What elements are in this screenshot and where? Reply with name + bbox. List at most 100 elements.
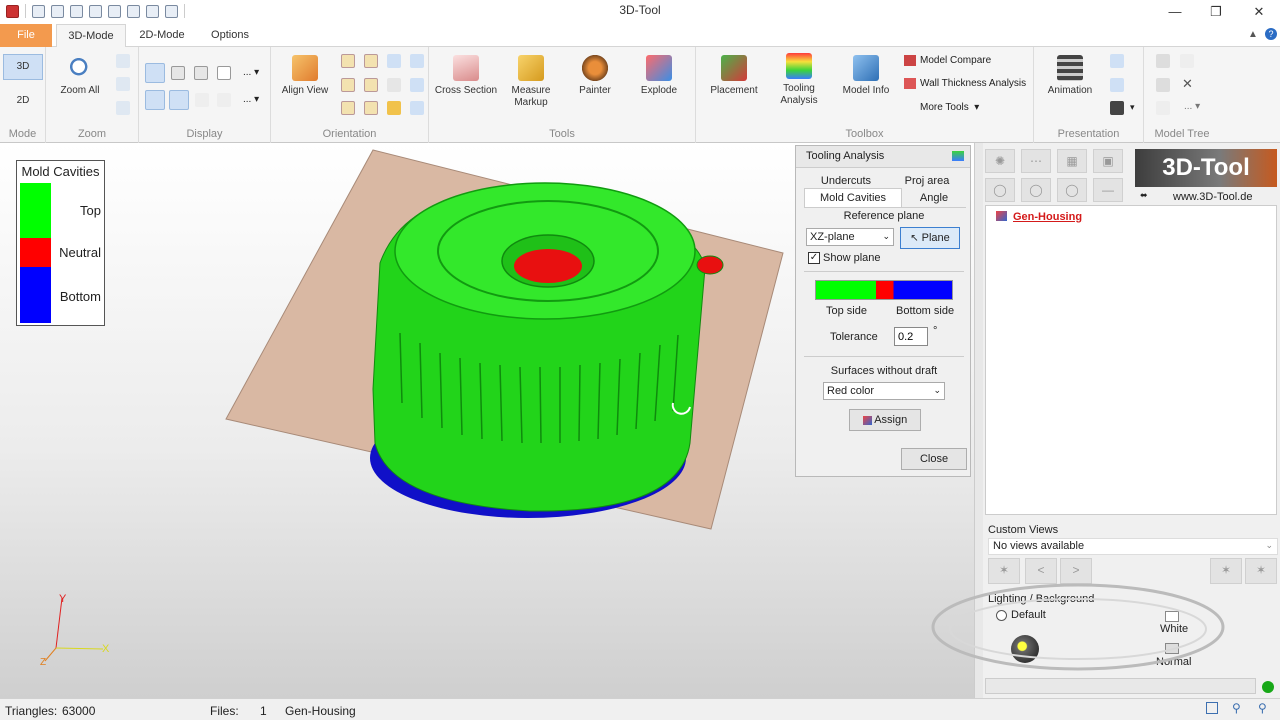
tree-more[interactable]: ... ▾ xyxy=(1184,101,1200,112)
tree-delete-icon[interactable]: ✕ xyxy=(1182,76,1193,92)
help-icon[interactable]: ? xyxy=(1265,28,1277,40)
tooling-analysis-button[interactable]: Tooling Analysis xyxy=(772,53,826,107)
zoom-all-button[interactable]: Zoom All xyxy=(54,55,106,97)
fit-icon[interactable] xyxy=(1206,702,1218,714)
view-iso-icon[interactable] xyxy=(387,101,401,115)
tab-proj-area[interactable]: Proj area xyxy=(892,175,962,187)
tree-highlight-icon[interactable] xyxy=(1180,54,1194,68)
group-model-tree: ✕ ... ▾ Model Tree xyxy=(1144,47,1220,143)
surfaces-color-select[interactable]: Red color ⌄ xyxy=(823,382,945,400)
y-axis xyxy=(55,597,63,649)
painter-button[interactable]: Painter xyxy=(567,55,623,97)
close-button[interactable]: Close xyxy=(901,448,967,470)
legend-title: Mold Cavities xyxy=(21,164,100,179)
zoom-out-icon[interactable]: ⚲ xyxy=(1258,701,1267,715)
tree-tool-3-icon[interactable]: ▦ xyxy=(1057,149,1087,173)
tab-mold-cavities[interactable]: Mold Cavities xyxy=(804,188,902,208)
explode-button[interactable]: Explode xyxy=(631,55,687,97)
presentation-dropdown-icon[interactable]: ▾ xyxy=(1130,102,1135,113)
view-left-icon[interactable] xyxy=(341,101,355,115)
wireframe-icon[interactable] xyxy=(217,66,231,80)
show-plane-checkbox[interactable]: ✓ xyxy=(808,252,820,264)
maximize-button[interactable]: ❐ xyxy=(1201,2,1231,22)
zoom-in-icon[interactable]: ⚲ xyxy=(1232,701,1241,715)
explode-icon xyxy=(646,55,672,81)
transparency-icon[interactable] xyxy=(217,93,231,107)
camera-icon[interactable] xyxy=(1110,78,1124,92)
rotate-up-icon[interactable] xyxy=(387,78,401,92)
model-info-button[interactable]: Model Info xyxy=(836,55,896,97)
view-front-icon[interactable] xyxy=(341,54,355,68)
cross-section-button[interactable]: Cross Section xyxy=(433,55,499,97)
display-more-2[interactable]: ... ▾ xyxy=(243,94,259,105)
tab-file[interactable]: File xyxy=(0,24,52,47)
tree-tool-2-icon[interactable]: ⋯ xyxy=(1021,149,1051,173)
tree-tool-5-icon[interactable]: ◯ xyxy=(985,178,1015,202)
points-icon[interactable] xyxy=(195,93,209,107)
dialog-titlebar: Tooling Analysis xyxy=(796,146,970,168)
custom-views-select[interactable]: No views available ⌄ xyxy=(988,538,1278,555)
hidden-lines-icon[interactable] xyxy=(194,66,208,80)
tab-3d-mode[interactable]: 3D-Mode xyxy=(56,24,126,48)
legend-swatch-bottom xyxy=(20,267,51,323)
more-tools-button[interactable]: More Tools ▾ xyxy=(904,102,979,113)
tab-angle[interactable]: Angle xyxy=(906,192,962,204)
tree-search-icon[interactable] xyxy=(1156,101,1170,115)
zoom-window-icon[interactable] xyxy=(116,54,130,68)
zoom-magnify-icon[interactable] xyxy=(116,101,130,115)
tab-undercuts[interactable]: Undercuts xyxy=(806,175,886,187)
tooling-analysis-label: Tooling Analysis xyxy=(780,83,818,106)
delete-view-icon[interactable]: ✶ xyxy=(1245,558,1277,584)
placement-button[interactable]: Placement xyxy=(704,55,764,97)
mode-3d-button[interactable]: 3D xyxy=(3,54,43,80)
tree-tool-7-icon[interactable]: ◯ xyxy=(1057,178,1087,202)
tab-2d-mode[interactable]: 2D-Mode xyxy=(130,24,194,47)
shaded-icon[interactable] xyxy=(145,63,165,83)
chevron-down-icon: ⌄ xyxy=(1265,540,1273,550)
tree-hide-icon[interactable] xyxy=(1156,78,1170,92)
group-label: Orientation xyxy=(322,128,377,140)
pin-icon[interactable]: ⬌ xyxy=(1140,190,1148,201)
view-top-icon[interactable] xyxy=(341,78,355,92)
group-label: Presentation xyxy=(1057,128,1120,140)
rotate-down-icon[interactable] xyxy=(410,78,424,92)
tab-options[interactable]: Options xyxy=(200,24,260,47)
plane-button[interactable]: ↖ Plane xyxy=(900,227,960,249)
tolerance-input[interactable] xyxy=(894,327,928,346)
fullscreen-icon[interactable] xyxy=(1110,54,1124,68)
collapse-ribbon-icon[interactable]: ▲ xyxy=(1248,29,1258,40)
view-bottom-icon[interactable] xyxy=(364,78,378,92)
rotate-right-icon[interactable] xyxy=(410,54,424,68)
tree-show-icon[interactable] xyxy=(1156,54,1170,68)
display-more-1[interactable]: ... ▾ xyxy=(243,67,259,78)
cross-section-label: Cross Section xyxy=(434,85,498,96)
view-back-icon[interactable] xyxy=(364,54,378,68)
reference-plane-select[interactable]: XZ-plane ⌄ xyxy=(806,228,894,246)
shaded-edges-icon[interactable] xyxy=(171,66,185,80)
model-compare-button[interactable]: Model Compare xyxy=(904,55,991,66)
model-tree[interactable]: Gen-Housing xyxy=(985,205,1277,515)
mode-2d-button[interactable]: 2D xyxy=(3,92,43,112)
view-right-icon[interactable] xyxy=(364,101,378,115)
measure-markup-button[interactable]: Measure Markup xyxy=(503,55,559,109)
animation-button[interactable]: Animation xyxy=(1042,55,1098,97)
status-indicator-icon xyxy=(1262,681,1274,693)
assign-button[interactable]: Assign xyxy=(849,409,921,431)
minimize-button[interactable]: — xyxy=(1160,2,1190,22)
tree-tool-6-icon[interactable]: ◯ xyxy=(1021,178,1051,202)
more-tools-label: More Tools xyxy=(920,102,969,114)
silhouette-icon[interactable] xyxy=(169,90,189,110)
zoom-fit-icon[interactable] xyxy=(116,77,130,91)
tree-item-gen-housing[interactable]: Gen-Housing xyxy=(1013,211,1082,223)
tree-tool-1-icon[interactable]: ✺ xyxy=(985,149,1015,173)
tree-tool-8-icon[interactable]: — xyxy=(1093,178,1123,202)
edges-icon[interactable] xyxy=(145,90,165,110)
presentation-save-icon[interactable] xyxy=(1110,101,1124,115)
surfaces-color-value: Red color xyxy=(827,385,875,397)
align-view-button[interactable]: Align View xyxy=(277,55,333,97)
wall-thickness-button[interactable]: Wall Thickness Analysis xyxy=(904,78,1026,89)
tree-tool-4-icon[interactable]: ▣ xyxy=(1093,149,1123,173)
close-window-button[interactable]: ✕ xyxy=(1244,2,1274,22)
rotate-left-icon[interactable] xyxy=(387,54,401,68)
rotate-axis-icon[interactable] xyxy=(410,101,424,115)
